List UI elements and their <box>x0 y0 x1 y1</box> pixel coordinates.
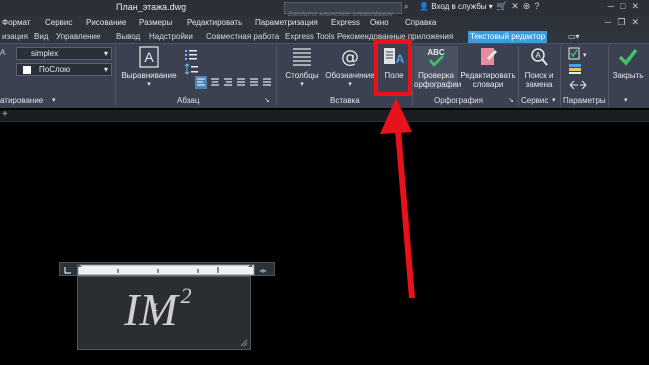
annotation-arrow <box>380 98 415 299</box>
